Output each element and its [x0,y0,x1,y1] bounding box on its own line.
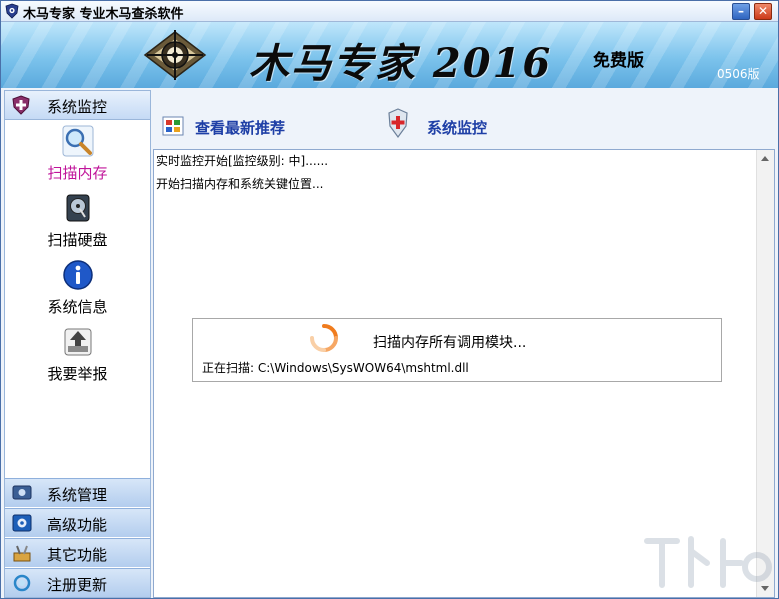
scan-progress-title: 扫描内存所有调用模块... [373,335,527,351]
gear-icon [12,514,32,532]
magnifier-icon [62,125,93,157]
sidebar-item-register-update[interactable]: 注册更新 [5,568,150,597]
version-label: 0506版 [717,67,760,81]
close-button[interactable]: ✕ [754,3,772,20]
crosshair-logo-icon [143,30,207,80]
edition-badge: 免费版 [593,51,644,71]
scan-progress-box: 扫描内存所有调用模块... 正在扫描: C:\Windows\SysWOW64\… [192,318,722,382]
banner: 木马专家 2016 免费版 0506版 [1,22,778,88]
tool-label: 我要举报 [47,365,108,383]
tool-label: 系统信息 [47,298,108,316]
main-toolbar: 查看最新推荐 系统监控 [153,101,773,147]
sidebar-item-system-manage[interactable]: 系统管理 [5,478,150,507]
recommend-grid-icon [162,116,184,136]
banner-title: 木马专家 2016 [249,40,553,87]
minimize-button[interactable]: – [732,3,750,20]
shield-plus-icon [12,95,30,115]
system-manage-icon [12,485,32,500]
tool-scan-disk[interactable]: 扫描硬盘 [25,192,130,250]
view-recommend-link[interactable]: 查看最新推荐 [195,117,285,138]
app-window: 木马专家 专业木马查杀软件 – ✕ 木马专家 2016 免费版 0506版 系统… [0,0,779,599]
harddisk-icon [66,194,89,222]
report-upload-icon [64,328,91,356]
sidebar-item-label: 其它功能 [47,546,108,564]
loading-spinner-icon [310,324,338,352]
info-icon [62,260,93,290]
window-title: 木马专家 专业木马查杀软件 [23,7,184,22]
tools-icon [13,545,31,562]
log-line: 开始扫描内存和系统关键位置... [156,177,324,191]
title-bar[interactable]: 木马专家 专业木马查杀软件 – ✕ [1,1,778,22]
sidebar-header-system-monitor[interactable]: 系统监控 [5,91,150,120]
tool-label: 扫描内存 [47,164,108,182]
sidebar: 系统监控 扫描内存 扫描硬盘 系统信息 我要举报 系统管理 高级功能 其它功能 … [4,90,151,598]
tool-system-info[interactable]: 系统信息 [25,259,130,317]
watermark-logo-icon [644,536,772,588]
sidebar-item-advanced[interactable]: 高级功能 [5,508,150,537]
tool-label: 扫描硬盘 [47,231,108,249]
sidebar-item-label: 系统管理 [47,486,108,504]
sidebar-item-label: 高级功能 [47,516,108,534]
scan-current-file: 正在扫描: C:\Windows\SysWOW64\mshtml.dll [202,361,469,375]
log-line: 实时监控开始[监控级别: 中]...... [156,154,329,168]
app-shield-icon [5,3,19,19]
shield-cross-icon [388,108,408,139]
sidebar-item-other[interactable]: 其它功能 [5,538,150,567]
scroll-up-arrow-icon[interactable] [761,156,769,161]
tool-report[interactable]: 我要举报 [25,326,130,384]
sidebar-item-label: 注册更新 [47,576,108,594]
tool-scan-memory[interactable]: 扫描内存 [25,125,130,183]
refresh-icon [13,574,31,592]
sidebar-header-label: 系统监控 [47,98,108,116]
system-monitor-title: 系统监控 [427,119,488,137]
